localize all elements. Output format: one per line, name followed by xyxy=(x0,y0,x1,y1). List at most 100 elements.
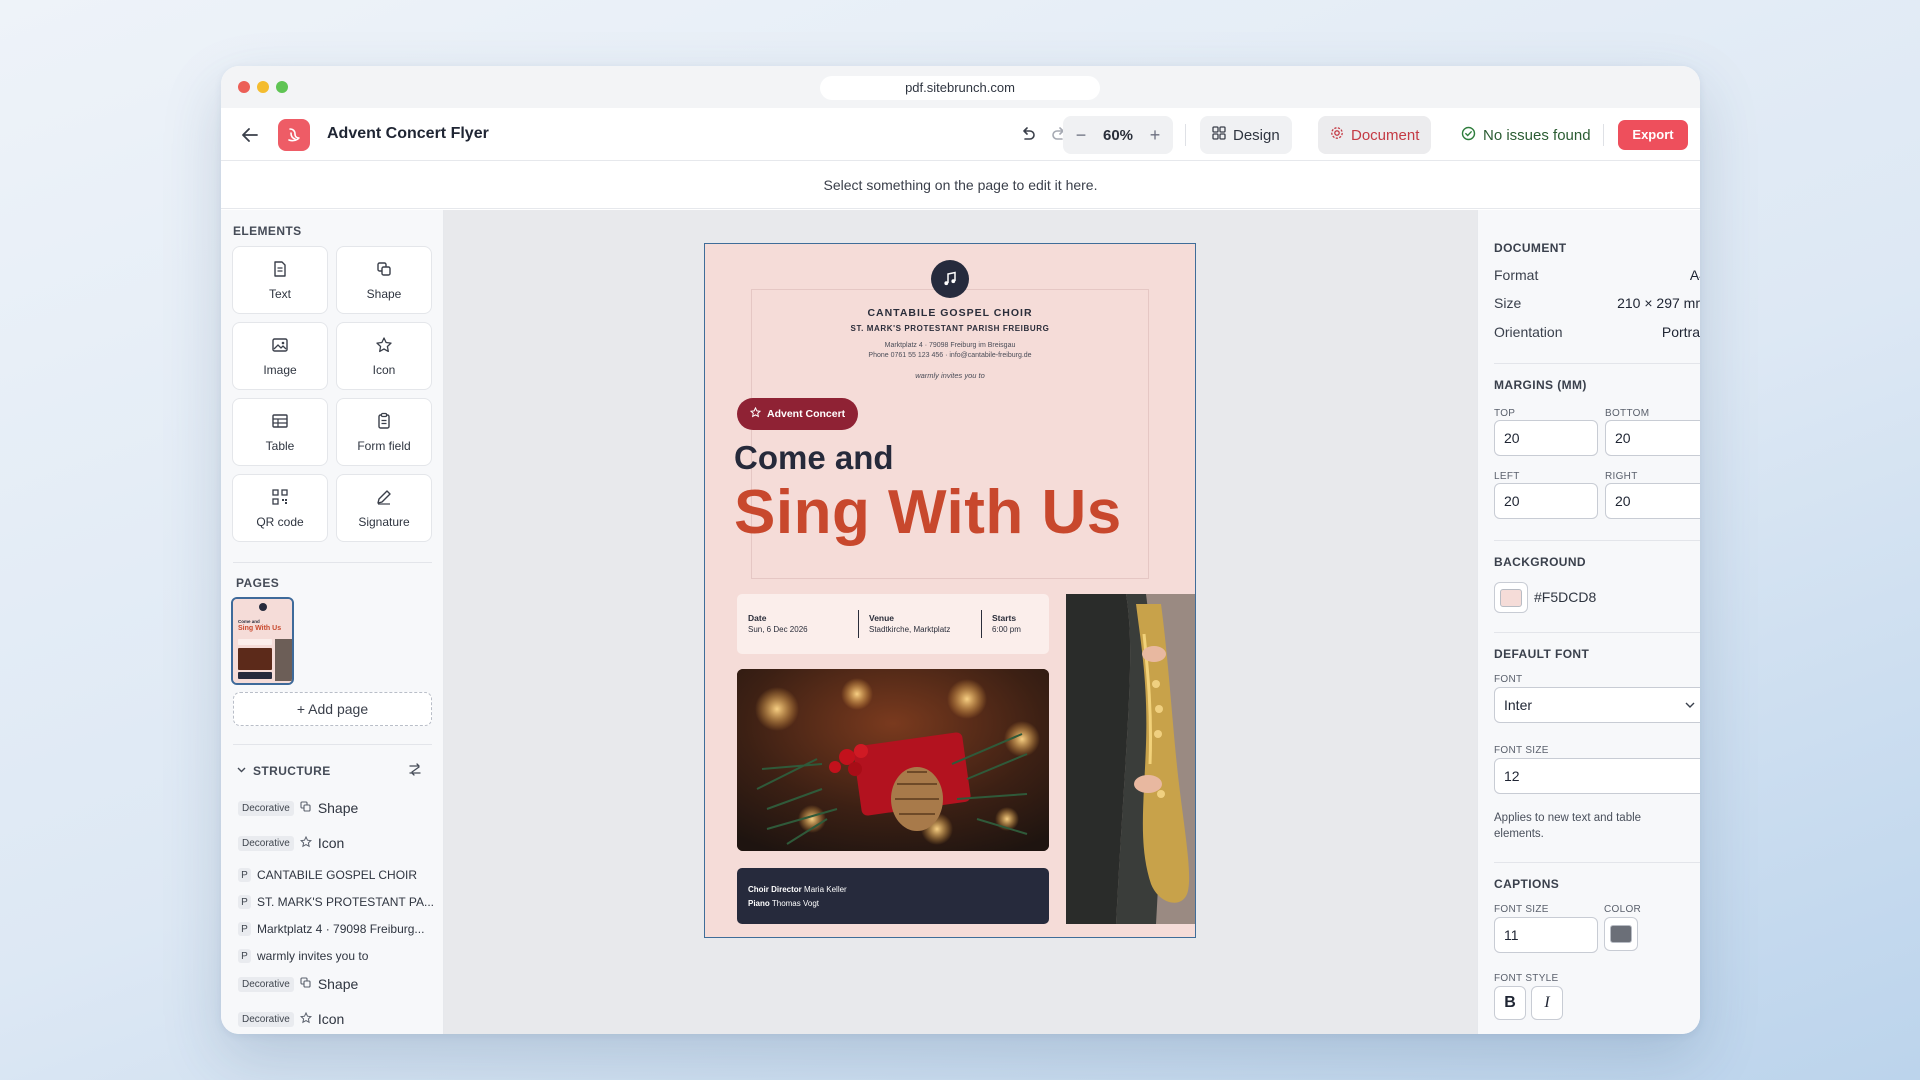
background-color-swatch[interactable] xyxy=(1494,582,1528,613)
back-arrow-icon[interactable] xyxy=(239,124,261,146)
validation-status[interactable]: No issues found xyxy=(1449,116,1603,154)
event-info-box[interactable]: Date Sun, 6 Dec 2026 Venue Stadtkirche, Ma… xyxy=(737,594,1049,654)
saxophone-photo[interactable] xyxy=(1066,594,1195,924)
element-icon-tile[interactable]: Icon xyxy=(336,322,432,390)
director-line: Choir Director Maria Keller xyxy=(748,883,1049,897)
parish-name[interactable]: ST. MARK'S PROTESTANT PARISH FREIBURG xyxy=(705,324,1195,333)
piano-name: Thomas Vogt xyxy=(771,899,819,908)
image-icon xyxy=(271,336,289,357)
invite-line[interactable]: warmly invites you to xyxy=(705,371,1195,380)
element-shape-tile[interactable]: Shape xyxy=(336,246,432,314)
orientation-value[interactable]: Portrait xyxy=(1662,324,1700,340)
credits-box[interactable]: Choir Director Maria Keller Piano Thomas… xyxy=(737,868,1049,924)
undo-icon[interactable] xyxy=(1015,123,1039,147)
shape-icon xyxy=(375,260,393,281)
address-line[interactable]: Marktplatz 4 · 79098 Freiburg im Breisga… xyxy=(705,342,1195,349)
zoom-in-button[interactable]: + xyxy=(1147,125,1163,146)
thumbnail-credits xyxy=(238,672,272,679)
structure-toggle[interactable]: STRUCTURE xyxy=(236,762,331,780)
contact-line[interactable]: Phone 0761 55 123 456 · info@cantabile-f… xyxy=(705,352,1195,359)
selection-hint: Select something on the page to edit it … xyxy=(221,161,1700,209)
margins-heading: MARGINS (MM) xyxy=(1494,378,1587,392)
structure-item-label: Icon xyxy=(317,835,345,851)
check-circle-icon xyxy=(1461,126,1476,145)
font-note: Applies to new text and table elements. xyxy=(1494,812,1642,840)
minimize-window-button[interactable] xyxy=(257,81,269,93)
table-icon xyxy=(271,412,289,433)
left-margin-input[interactable]: 20 xyxy=(1494,483,1598,519)
info-divider xyxy=(858,610,859,638)
bottom-margin-input[interactable]: 20 xyxy=(1605,420,1700,456)
editor-canvas[interactable]: CANTABILE GOSPEL CHOIR ST. MARK'S PROTES… xyxy=(444,210,1477,1034)
bold-toggle[interactable]: B xyxy=(1494,986,1526,1020)
right-margin-input[interactable]: 20 xyxy=(1605,483,1700,519)
orientation-label: Orientation xyxy=(1494,324,1563,340)
zoom-level[interactable]: 60% xyxy=(1103,127,1133,144)
address-bar[interactable]: pdf.sitebrunch.com xyxy=(820,76,1100,100)
element-qr-code-tile[interactable]: QR code xyxy=(232,474,328,542)
thumbnail-info xyxy=(238,639,272,645)
element-table-tile[interactable]: Table xyxy=(232,398,328,466)
thumbnail-side-photo xyxy=(275,639,292,681)
structure-item[interactable]: Decorative Icon xyxy=(238,835,344,851)
sidebar-divider xyxy=(233,744,432,745)
headline-sing-with-us[interactable]: Sing With Us xyxy=(734,477,1122,548)
zoom-control: − 60% + xyxy=(1063,116,1173,154)
structure-item[interactable]: Decorative Shape xyxy=(238,976,358,992)
design-tab-label: Design xyxy=(1233,126,1280,144)
size-value[interactable]: 210 × 297 mm xyxy=(1617,295,1700,311)
element-image-tile[interactable]: Image xyxy=(232,322,328,390)
shape-icon xyxy=(300,976,312,992)
design-tab[interactable]: Design xyxy=(1200,116,1292,154)
italic-toggle[interactable]: I xyxy=(1531,986,1563,1020)
structure-item-tag: P xyxy=(238,868,251,882)
structure-item[interactable]: P warmly invites you to xyxy=(238,949,368,963)
music-note-icon[interactable] xyxy=(931,260,969,298)
toolbar-divider xyxy=(1603,124,1604,146)
format-value[interactable]: A4 xyxy=(1690,267,1700,283)
chevron-down-icon xyxy=(1684,689,1696,723)
zoom-out-button[interactable]: − xyxy=(1073,125,1089,146)
choir-name[interactable]: CANTABILE GOSPEL CHOIR xyxy=(705,307,1195,319)
top-margin-input[interactable]: 20 xyxy=(1494,420,1598,456)
structure-item[interactable]: Decorative Shape xyxy=(238,800,358,816)
headline-come-and[interactable]: Come and xyxy=(734,439,894,477)
element-signature-tile[interactable]: Signature xyxy=(336,474,432,542)
captions-heading: CAPTIONS xyxy=(1494,877,1560,891)
caption-font-size-input[interactable]: 11 xyxy=(1494,917,1598,953)
star-icon xyxy=(299,1011,312,1027)
sort-icon[interactable] xyxy=(408,762,423,782)
font-size-input[interactable]: 12 xyxy=(1494,758,1700,794)
shape-icon xyxy=(300,800,312,816)
element-text-label: Text xyxy=(268,286,291,301)
flyer-page[interactable]: CANTABILE GOSPEL CHOIR ST. MARK'S PROTES… xyxy=(704,243,1196,938)
export-button[interactable]: Export xyxy=(1618,120,1688,150)
document-tab[interactable]: Document xyxy=(1318,116,1432,154)
page-thumbnail[interactable]: Come and Sing With Us xyxy=(231,597,294,685)
starts-info: Starts 6:00 pm xyxy=(992,613,1021,634)
element-form-field-tile[interactable]: Form field xyxy=(336,398,432,466)
structure-item[interactable]: P Marktplatz 4 · 79098 Freiburg... xyxy=(238,922,424,936)
structure-item[interactable]: P CANTABILE GOSPEL CHOIR xyxy=(238,868,417,882)
background-color-value[interactable]: #F5DCD8 xyxy=(1534,589,1596,605)
toolbar-divider xyxy=(1185,124,1186,146)
star-icon xyxy=(375,336,393,357)
document-title[interactable]: Advent Concert Flyer xyxy=(327,125,489,143)
validation-status-label: No issues found xyxy=(1483,126,1591,144)
caption-color-swatch[interactable] xyxy=(1604,917,1638,951)
structure-item[interactable]: Decorative Icon xyxy=(238,1011,344,1027)
add-page-button[interactable]: + Add page xyxy=(233,692,432,726)
font-select[interactable]: Inter xyxy=(1494,687,1700,723)
element-text-tile[interactable]: Text xyxy=(232,246,328,314)
structure-item-tag: P xyxy=(238,949,251,963)
structure-item[interactable]: P ST. MARK'S PROTESTANT PA... xyxy=(238,895,434,909)
format-label: Format xyxy=(1494,267,1539,283)
font-label: FONT xyxy=(1494,674,1523,685)
close-window-button[interactable] xyxy=(238,81,250,93)
maximize-window-button[interactable] xyxy=(276,81,288,93)
panel-divider xyxy=(1494,632,1700,633)
structure-item-label: Icon xyxy=(317,1011,345,1027)
concert-badge[interactable]: Advent Concert xyxy=(737,398,859,430)
pen-icon xyxy=(375,488,393,509)
christmas-decoration-photo[interactable] xyxy=(737,669,1049,851)
